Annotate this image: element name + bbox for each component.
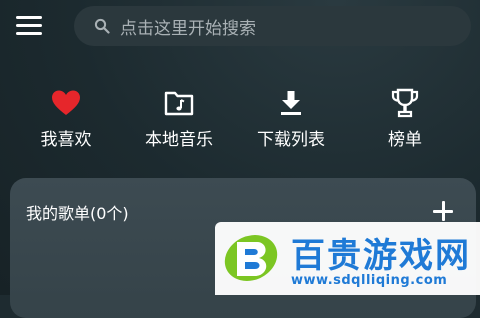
quick-action-favorites[interactable]: 我喜欢: [11, 86, 121, 150]
search-bar[interactable]: 点击这里开始搜索: [74, 6, 471, 46]
watermark-logo: [224, 235, 278, 281]
quick-action-downloads[interactable]: 下载列表: [236, 86, 346, 150]
trophy-icon: [391, 88, 419, 118]
watermark-name: 百贵游戏网: [291, 236, 471, 276]
download-icon: [281, 91, 301, 115]
quick-action-label: 下载列表: [257, 130, 325, 150]
heart-icon: [52, 90, 80, 115]
quick-action-label: 本地音乐: [145, 130, 213, 150]
quick-action-charts[interactable]: 榜单: [350, 86, 460, 150]
quick-actions: 我喜欢 本地音乐 下载列表 榜单: [0, 86, 480, 156]
watermark: 百贵游戏网 www.sdqlliqing.com: [215, 222, 480, 295]
search-icon: [94, 18, 110, 34]
folder-music-icon: [164, 91, 194, 116]
hamburger-menu-icon[interactable]: [16, 16, 42, 36]
quick-action-local-music[interactable]: 本地音乐: [124, 86, 234, 150]
quick-action-label: 榜单: [388, 130, 422, 150]
my-playlists-title: 我的歌单(0个): [26, 204, 129, 223]
search-placeholder: 点击这里开始搜索: [120, 18, 256, 39]
watermark-url: www.sdqlliqing.com: [291, 273, 448, 288]
plus-icon[interactable]: [432, 200, 454, 222]
quick-action-label: 我喜欢: [40, 130, 92, 150]
